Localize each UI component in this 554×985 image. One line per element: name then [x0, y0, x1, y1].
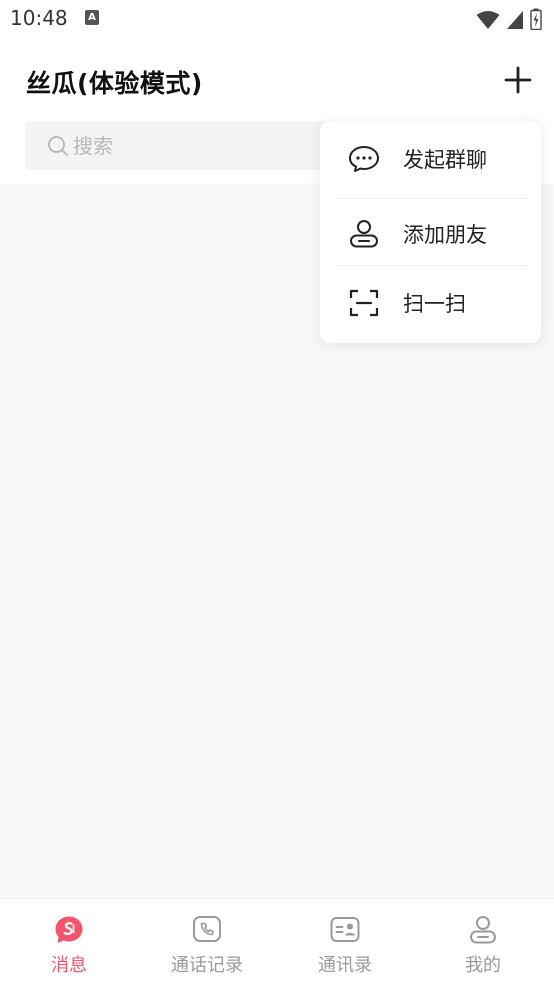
search-icon [48, 136, 68, 156]
menu-item-add-friend[interactable]: 添加朋友 [320, 199, 541, 267]
status-indicators [476, 8, 542, 30]
tab-contacts[interactable]: 通讯录 [276, 899, 414, 985]
profile-icon [470, 916, 496, 944]
menu-item-label: 添加朋友 [403, 223, 487, 247]
notification-icon: A [85, 10, 99, 25]
add-button[interactable] [500, 62, 536, 98]
search-input[interactable] [73, 121, 333, 170]
group-chat-icon [349, 146, 379, 172]
tab-label: 通讯录 [318, 955, 372, 976]
tab-label: 消息 [51, 955, 87, 976]
add-friend-icon [350, 220, 378, 248]
tab-profile[interactable]: 我的 [414, 899, 552, 985]
header: 丝瓜(体验模式) [0, 38, 554, 120]
divider [335, 265, 527, 266]
call-log-icon [193, 916, 221, 942]
page-title: 丝瓜(体验模式) [26, 69, 203, 98]
tab-bar: 消息 通话记录 通讯录 我的 [0, 898, 554, 985]
contacts-icon [330, 917, 360, 942]
message-icon [55, 916, 83, 943]
status-time: 10:48 [10, 6, 68, 30]
status-bar: 10:48 A [0, 0, 554, 38]
tab-messages[interactable]: 消息 [0, 899, 138, 985]
menu-item-label: 发起群聊 [403, 148, 487, 172]
menu-item-group-chat[interactable]: 发起群聊 [320, 124, 541, 192]
plus-icon [504, 66, 532, 94]
tab-label: 我的 [465, 955, 501, 976]
battery-icon [530, 8, 542, 30]
menu-item-scan[interactable]: 扫一扫 [320, 268, 541, 336]
signal-icon [507, 11, 523, 29]
popup-menu: 发起群聊 添加朋友 扫一扫 [320, 121, 541, 343]
tab-label: 通话记录 [171, 955, 243, 976]
wifi-icon [476, 11, 500, 29]
scan-icon [349, 289, 379, 317]
tab-call-log[interactable]: 通话记录 [138, 899, 276, 985]
menu-item-label: 扫一扫 [403, 292, 466, 316]
